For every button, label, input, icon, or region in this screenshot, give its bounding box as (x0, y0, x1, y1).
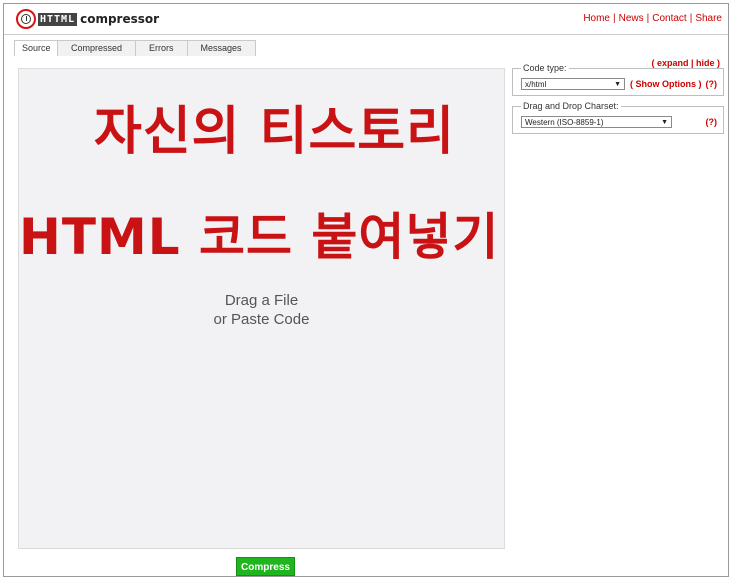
dropdown-arrow-icon: ▼ (661, 119, 668, 126)
dropdown-arrow-icon: ▼ (614, 81, 621, 88)
overlay-title-line1: 자신의 티스토리 (94, 102, 455, 162)
hide-link[interactable]: hide (696, 58, 715, 68)
show-options-label: Show Options (635, 79, 697, 89)
charset-label: Drag and Drop Charset: (521, 101, 621, 111)
source-code-area[interactable]: 자신의 티스토리 HTML 코드 붙여넣기 Drag a File or Pas… (18, 68, 505, 549)
show-options-link[interactable]: ( Show Options ) (630, 79, 702, 89)
tab-compressed[interactable]: Compressed (57, 40, 137, 56)
charset-help-link[interactable]: (?) (706, 117, 718, 127)
code-type-label: Code type: (521, 63, 569, 73)
drop-hint-line1: Drag a File (224, 292, 299, 309)
tab-source[interactable]: Source (14, 40, 58, 56)
drop-hint: Drag a File or Paste Code (19, 291, 504, 329)
tab-bar: Source Compressed Errors Messages (14, 40, 256, 56)
tab-messages[interactable]: Messages (186, 40, 256, 56)
expand-link[interactable]: expand (657, 58, 689, 68)
tab-errors[interactable]: Errors (135, 40, 188, 56)
overlay-title-line2: HTML 코드 붙여넣기 (19, 208, 500, 266)
top-nav: Home | News | Contact | Share (583, 13, 722, 24)
nav-contact-link[interactable]: Contact (652, 13, 686, 24)
compress-button[interactable]: Compress (236, 557, 295, 576)
logo-mark: HTTML (38, 12, 78, 26)
charset-fieldset: Drag and Drop Charset: Western (ISO-8859… (512, 101, 724, 134)
expand-hide-links: ( expand | hide ) (651, 58, 720, 68)
code-type-select[interactable]: x/html ▼ (521, 78, 625, 90)
nav-news-link[interactable]: News (619, 13, 644, 24)
clock-icon (16, 9, 36, 29)
nav-home-link[interactable]: Home (583, 13, 610, 24)
logo[interactable]: HTTML compressor (16, 8, 159, 30)
charset-select[interactable]: Western (ISO-8859-1) ▼ (521, 116, 672, 128)
nav-share-link[interactable]: Share (695, 13, 722, 24)
charset-value: Western (ISO-8859-1) (525, 118, 604, 127)
code-type-help-link[interactable]: (?) (706, 79, 718, 89)
code-type-value: x/html (525, 80, 547, 89)
logo-text: compressor (80, 12, 160, 26)
app-frame: HTTML compressor Home | News | Contact | Share… (3, 3, 729, 577)
drop-hint-line2: or Paste Code (213, 311, 310, 328)
code-type-fieldset: Code type: x/html ▼ ( Show Options ) (?) (512, 63, 724, 96)
header: HTTML compressor Home | News | Contact | Share (4, 4, 728, 35)
